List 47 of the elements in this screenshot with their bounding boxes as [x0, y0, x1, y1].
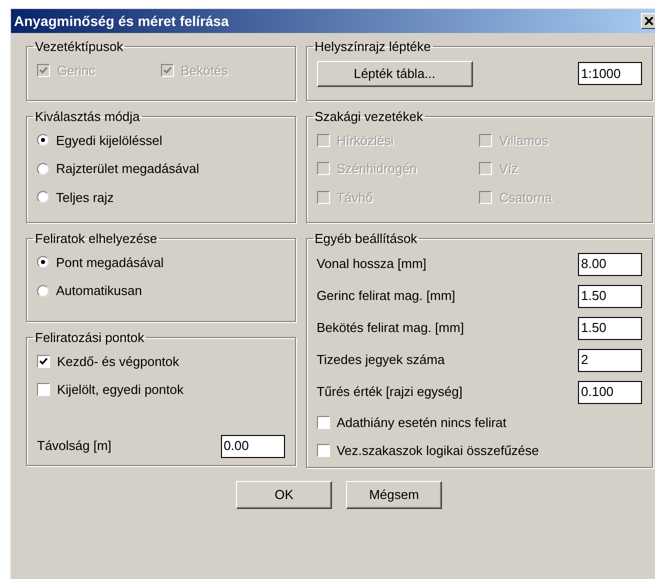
radio-button[interactable] [37, 284, 49, 297]
field-label: Bekötés felirat mag. [mm] [316, 319, 464, 338]
radio-button[interactable] [37, 134, 49, 146]
radio-label: Automatikusan [56, 282, 142, 300]
group-title: Helyszínrajz léptéke [314, 38, 432, 56]
radio-label: Teljes rajz [56, 188, 114, 207]
checkbox-label: Adathiány esetén nincs felirat [336, 414, 506, 432]
radio-label: Egyedi kijelöléssel [56, 132, 162, 150]
radio-label: Rajzterület megadásával [56, 160, 200, 178]
radio-button[interactable] [37, 256, 49, 268]
field-label: Gerinc felirat mag. [mm] [316, 287, 456, 306]
close-icon [644, 17, 652, 25]
radio-button[interactable] [37, 162, 49, 175]
group-title: Feliratozási pontok [34, 329, 146, 347]
input-field[interactable]: 0.100 [578, 380, 642, 404]
window-title: Anyagminőség és méret felírása [14, 12, 229, 31]
checkbox-label: Kezdő- és végpontok [57, 352, 180, 371]
checkmark-icon [39, 356, 48, 366]
checkbox[interactable] [37, 383, 50, 396]
field-label: Vonal hossza [mm] [316, 255, 426, 274]
input-field[interactable]: 2 [578, 348, 642, 372]
field-label: Tizedes jegyek száma [316, 351, 445, 370]
input-field[interactable]: 1:1000 [578, 62, 642, 85]
input-field[interactable]: 1.50 [578, 316, 642, 340]
checkmark-icon [162, 66, 172, 75]
dialog-button[interactable]: OK [236, 480, 332, 508]
input-field[interactable]: 1.50 [578, 284, 642, 308]
checkbox[interactable] [37, 354, 50, 368]
input-field[interactable]: 0.00 [220, 434, 285, 458]
close-button[interactable] [641, 13, 655, 29]
checkbox-label: Kijelölt, egyedi pontok [57, 381, 184, 399]
field-label: Tűrés érték [rajzi egység] [316, 383, 463, 402]
radio-button[interactable] [37, 191, 49, 204]
group-title: Feliratok elhelyezése [34, 230, 158, 248]
input-field[interactable]: 8.00 [578, 252, 642, 276]
scale-table-button[interactable]: Lépték tábla... [316, 60, 473, 86]
group-title: Kiválasztás módja [34, 108, 141, 126]
group-title: Szakági vezetékek [314, 108, 424, 126]
radio-label: Pont megadásával [56, 254, 164, 272]
checkbox[interactable] [316, 416, 330, 429]
field-label: Távolság [m] [37, 437, 112, 456]
group-title: Vezetéktípusok [34, 38, 124, 56]
group-title: Egyéb beállítások [314, 230, 418, 248]
dialog-button[interactable]: Mégsem [346, 480, 442, 508]
checkbox-label: Vez.szakaszok logikai összefűzése [336, 442, 539, 460]
checkbox[interactable] [316, 444, 330, 458]
checkmark-icon [39, 66, 48, 75]
